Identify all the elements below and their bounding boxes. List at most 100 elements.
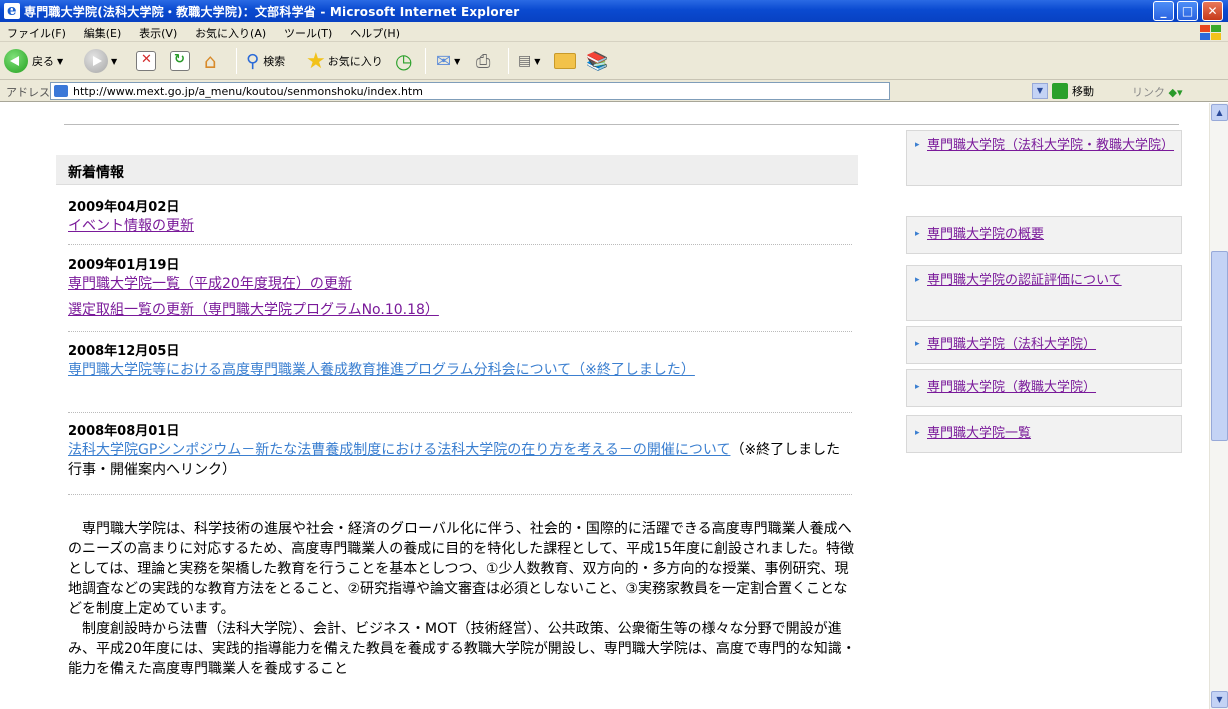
- go-label: 移動: [1072, 85, 1094, 98]
- news-date: 2008年12月05日: [68, 344, 180, 359]
- stop-button[interactable]: ✕: [136, 47, 156, 75]
- toolbar-separator: [425, 48, 426, 74]
- arrow-icon: ▸: [915, 382, 920, 392]
- go-arrow-icon: [1052, 83, 1068, 99]
- scroll-down-button[interactable]: ▼: [1211, 691, 1228, 708]
- links-icon: ◆▾: [1168, 86, 1183, 99]
- divider: [68, 494, 852, 495]
- search-button[interactable]: ⚲ 検索: [246, 47, 285, 75]
- window-title: 専門職大学院(法科大学院・教職大学院)：文部科学省 - Microsoft In…: [24, 5, 520, 19]
- sidebar-item-label: 専門職大学院の認証評価について: [927, 273, 1122, 288]
- sidebar-item-label: 専門職大学院一覧: [927, 426, 1032, 441]
- news-item: 2008年08月01日 法科大学院GPシンポジウム－新たな法曹養成制度における法…: [68, 424, 854, 495]
- toolbar-separator: [236, 48, 237, 74]
- news-date: 2008年08月01日: [68, 424, 180, 439]
- address-input[interactable]: http://www.mext.go.jp/a_menu/koutou/senm…: [50, 82, 890, 100]
- folder-button[interactable]: [554, 47, 576, 75]
- chevron-down-icon[interactable]: ▼: [111, 57, 117, 66]
- news-link[interactable]: 選定取組一覧の更新（専門職大学院プログラムNo.10.18）: [68, 300, 852, 320]
- menu-help[interactable]: ヘルプ(H): [343, 22, 407, 41]
- menu-edit[interactable]: 編集(E): [77, 22, 129, 41]
- news-link[interactable]: イベント情報の更新: [68, 216, 852, 236]
- close-button[interactable]: ✕: [1202, 1, 1223, 21]
- forward-arrow-icon: [84, 49, 108, 73]
- search-label: 検索: [263, 55, 286, 68]
- search-icon: ⚲: [246, 50, 260, 72]
- sidebar-item-label: 専門職大学院の概要: [927, 227, 1045, 242]
- menu-view[interactable]: 表示(V): [132, 22, 184, 41]
- address-dropdown-icon[interactable]: ▼: [1032, 83, 1048, 99]
- mail-button[interactable]: ✉ ▼: [436, 47, 460, 75]
- sidebar-item-teacher-school[interactable]: ▸ 専門職大学院（教職大学院）: [906, 369, 1182, 407]
- back-label: 戻る: [32, 55, 54, 68]
- page-icon: [54, 85, 68, 97]
- news-date: 2009年04月02日: [68, 200, 180, 215]
- menu-file[interactable]: ファイル(F): [0, 22, 73, 41]
- sidebar-item-label: 専門職大学院（法科大学院）: [927, 337, 1097, 352]
- news-item: 2009年01月19日 専門職大学院一覧（平成20年度現在）の更新 選定取組一覧…: [68, 258, 852, 332]
- news-link[interactable]: 専門職大学院一覧（平成20年度現在）の更新: [68, 274, 852, 294]
- arrow-icon: ▸: [915, 140, 920, 150]
- print-button[interactable]: ⎙: [476, 47, 490, 75]
- chevron-down-icon[interactable]: ▼: [534, 57, 540, 66]
- address-bar: アドレス(D) http://www.mext.go.jp/a_menu/kou…: [0, 80, 1228, 102]
- divider: [68, 244, 852, 245]
- menu-favorites[interactable]: お気に入り(A): [188, 22, 273, 41]
- go-button[interactable]: 移動: [1052, 83, 1094, 99]
- news-date: 2009年01月19日: [68, 258, 180, 273]
- history-button[interactable]: ◷: [395, 47, 412, 75]
- edit-doc-icon: ▤: [518, 53, 532, 69]
- refresh-icon: ↻: [170, 51, 190, 71]
- toolbar: 戻る ▼ ▼ ✕ ↻ ⌂ ⚲ 検索 ★ お気に入り ◷ ✉ ▼ ⎙ ▤ ▼ 📚: [0, 42, 1228, 80]
- refresh-button[interactable]: ↻: [170, 47, 190, 75]
- menu-tools[interactable]: ツール(T): [277, 22, 339, 41]
- arrow-icon: ▸: [915, 339, 920, 349]
- home-button[interactable]: ⌂: [204, 47, 217, 75]
- intro-paragraph: 制度創設時から法曹（法科大学院）、会計、ビジネス・MOT（技術経営）、公共政策、…: [68, 621, 856, 677]
- sidebar-item-label: 専門職大学院（法科大学院・教職大学院）: [927, 138, 1175, 153]
- divider: [68, 412, 852, 413]
- research-button[interactable]: 📚: [586, 47, 608, 75]
- chevron-down-icon[interactable]: ▼: [57, 57, 63, 66]
- divider: [68, 331, 852, 332]
- arrow-icon: ▸: [915, 428, 920, 438]
- maximize-button[interactable]: □: [1177, 1, 1198, 21]
- favorites-label: お気に入り: [327, 55, 383, 68]
- toolbar-separator: [508, 48, 509, 74]
- news-item: 2008年12月05日 専門職大学院等における高度専門職業人養成教育推進プログラ…: [68, 344, 852, 413]
- minimize-button[interactable]: _: [1153, 1, 1174, 21]
- edit-button[interactable]: ▤ ▼: [518, 47, 540, 75]
- back-button[interactable]: 戻る ▼: [4, 47, 63, 75]
- news-header-title: 新着情報: [68, 165, 124, 181]
- history-icon: ◷: [395, 49, 413, 73]
- page-content: 新着情報 2009年04月02日 イベント情報の更新 2009年01月19日 専…: [0, 103, 1209, 709]
- news-link[interactable]: 専門職大学院等における高度専門職業人養成教育推進プログラム分科会について（※終了…: [68, 360, 848, 380]
- sidebar-item-label: 専門職大学院（教職大学院）: [927, 380, 1097, 395]
- menu-bar: ファイル(F) 編集(E) 表示(V) お気に入り(A) ツール(T) ヘルプ(…: [0, 22, 1228, 42]
- links-label: リンク: [1132, 86, 1165, 99]
- print-icon: ⎙: [476, 50, 491, 72]
- sidebar-item-accreditation[interactable]: ▸ 専門職大学院の認証評価について: [906, 265, 1182, 321]
- sidebar-item-list[interactable]: ▸ 専門職大学院一覧: [906, 415, 1182, 453]
- mail-icon: ✉: [436, 50, 452, 72]
- intro-text: 専門職大学院は、科学技術の進展や社会・経済のグローバル化に伴う、社会的・国際的に…: [68, 519, 858, 679]
- divider: [64, 124, 1179, 125]
- sidebar-item-law-school[interactable]: ▸ 専門職大学院（法科大学院）: [906, 326, 1182, 364]
- sidebar-item-professional-graduate-schools[interactable]: ▸ 専門職大学院（法科大学院・教職大学院）: [906, 130, 1182, 186]
- forward-button[interactable]: ▼: [84, 47, 117, 75]
- vertical-scrollbar[interactable]: ▲ ▼: [1209, 103, 1228, 709]
- news-link[interactable]: 法科大学院GPシンポジウム－新たな法曹養成制度における法科大学院の在り方を考える…: [68, 442, 730, 458]
- news-item: 2009年04月02日 イベント情報の更新: [68, 200, 852, 245]
- sidebar-item-overview[interactable]: ▸ 専門職大学院の概要: [906, 216, 1182, 254]
- folder-icon: [554, 53, 576, 69]
- windows-flag-icon: [1196, 23, 1224, 41]
- arrow-icon: ▸: [915, 229, 920, 239]
- home-icon: ⌂: [204, 49, 217, 73]
- scroll-thumb[interactable]: [1211, 251, 1228, 441]
- favorites-button[interactable]: ★ お気に入り: [306, 47, 383, 75]
- chevron-down-icon[interactable]: ▼: [454, 57, 460, 66]
- scroll-up-button[interactable]: ▲: [1211, 104, 1228, 121]
- links-button[interactable]: リンク ◆▾: [1132, 84, 1182, 100]
- research-icon: 📚: [586, 50, 609, 72]
- intro-paragraph: 専門職大学院は、科学技術の進展や社会・経済のグローバル化に伴う、社会的・国際的に…: [68, 521, 854, 617]
